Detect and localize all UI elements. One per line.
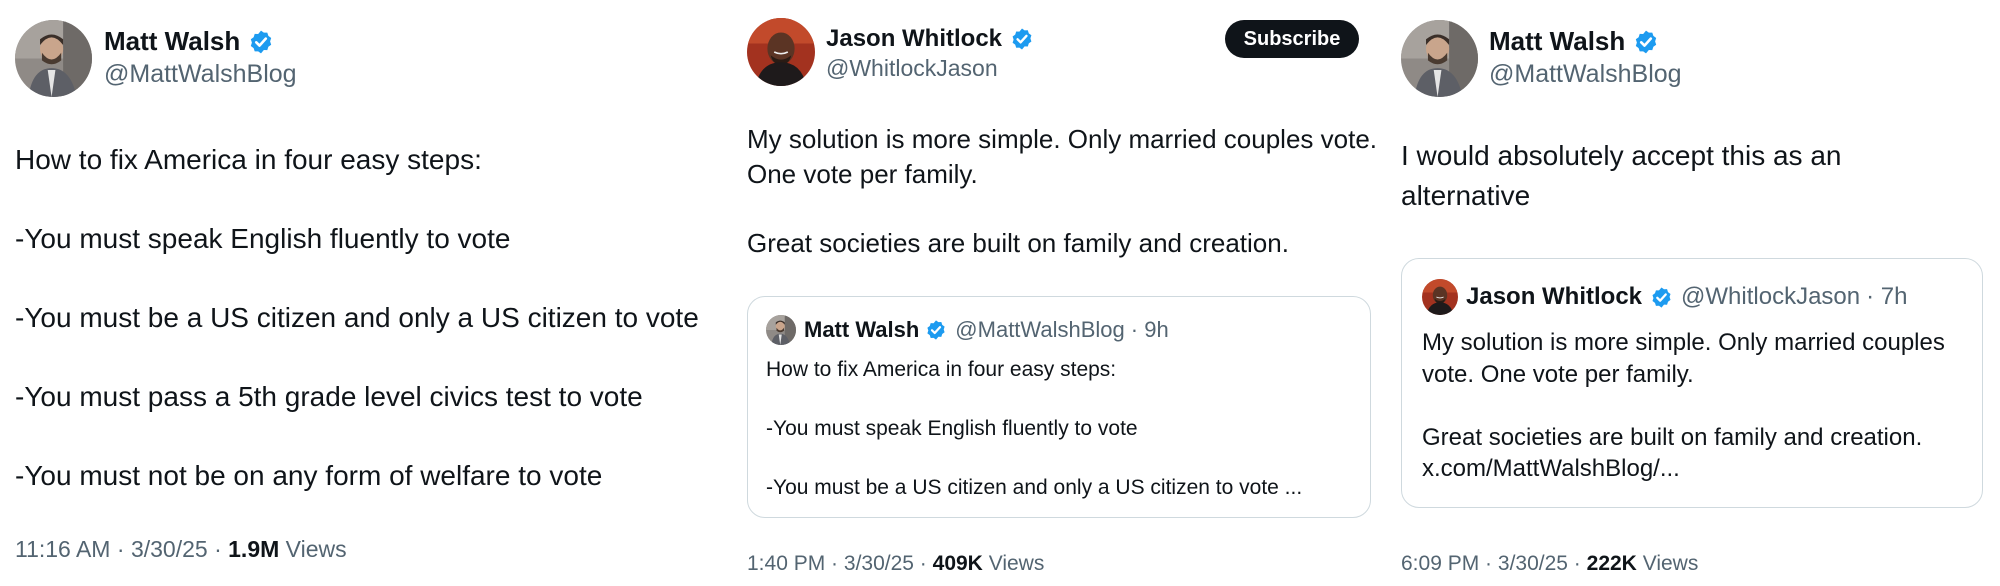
author-avatar[interactable]	[1401, 20, 1478, 97]
quoted-author-name: Jason Whitlock	[1466, 283, 1643, 310]
author-name[interactable]: Matt Walsh	[1489, 26, 1625, 57]
quoted-tweet-text: My solution is more simple. Only married…	[1422, 329, 1945, 482]
view-count: 1.9M	[228, 536, 280, 562]
view-count: 222K	[1586, 552, 1637, 575]
author-handle[interactable]: @MattWalshBlog	[1489, 60, 1682, 89]
tweet-time[interactable]: 1:40 PM	[747, 552, 825, 575]
quoted-tweet[interactable]: Jason Whitlock @WhitlockJason · 7h My so…	[1401, 258, 1983, 508]
views-label: Views	[1642, 552, 1699, 575]
verified-badge-icon	[1633, 29, 1659, 55]
quoted-author-avatar	[1422, 279, 1458, 315]
tweet-date[interactable]: 3/30/25	[1498, 552, 1568, 575]
author-handle[interactable]: @MattWalshBlog	[104, 60, 297, 89]
view-count: 409K	[932, 552, 983, 575]
verified-badge-icon	[1010, 27, 1034, 51]
tweet-text: I would absolutely accept this as an alt…	[1401, 140, 1842, 211]
tweet-matt-walsh-reply: Matt Walsh @MattWalshBlog I would absolu…	[1390, 0, 2000, 586]
author-handle[interactable]: @WhitlockJason	[826, 55, 998, 82]
tweet-meta: 1:40 PM · 3/30/25 · 409K Views	[747, 552, 1045, 575]
views-label: Views	[988, 552, 1045, 575]
quoted-tweet-header: Matt Walsh @MattWalshBlog · 9h	[766, 315, 1169, 345]
quoted-tweet-text: How to fix America in four easy steps: -…	[766, 358, 1303, 499]
verified-badge-icon	[1650, 286, 1673, 309]
author-name-row[interactable]: Jason Whitlock	[826, 25, 1034, 53]
author-avatar[interactable]	[747, 18, 815, 86]
quoted-author-name: Matt Walsh	[804, 317, 920, 342]
quoted-author-handle: @WhitlockJason	[1681, 283, 1861, 310]
subscribe-button[interactable]: Subscribe	[1225, 20, 1359, 58]
tweet-meta: 6:09 PM · 3/30/25 · 222K Views	[1401, 552, 1699, 575]
author-name[interactable]: Matt Walsh	[104, 26, 240, 57]
tweet-time[interactable]: 11:16 AM	[15, 536, 110, 562]
quoted-tweet-header: Jason Whitlock @WhitlockJason · 7h	[1422, 279, 1907, 315]
tweet-text: My solution is more simple. Only married…	[747, 124, 1378, 258]
quoted-tweet[interactable]: Matt Walsh @MattWalshBlog · 9h How to fi…	[747, 296, 1371, 518]
author-name-row[interactable]: Matt Walsh	[1489, 26, 1659, 57]
author-name-row[interactable]: Matt Walsh	[104, 26, 274, 57]
tweet-matt-walsh: Matt Walsh @MattWalshBlog How to fix Ame…	[0, 0, 735, 586]
tweet-meta: 11:16 AM · 3/30/25 · 1.9M Views	[15, 536, 347, 562]
tweet-jason-whitlock: Jason Whitlock @WhitlockJason Subscribe …	[735, 0, 1390, 586]
tweet-text: How to fix America in four easy steps: -…	[15, 144, 699, 491]
tweet-date[interactable]: 3/30/25	[844, 552, 914, 575]
views-label: Views	[285, 536, 347, 562]
author-name[interactable]: Jason Whitlock	[826, 25, 1002, 53]
author-avatar[interactable]	[15, 20, 92, 97]
tweet-time[interactable]: 6:09 PM	[1401, 552, 1479, 575]
quoted-author-handle: @MattWalshBlog	[955, 317, 1125, 342]
tweet-date[interactable]: 3/30/25	[131, 536, 208, 562]
verified-badge-icon	[248, 29, 274, 55]
quoted-author-avatar	[766, 315, 796, 345]
quoted-tweet-age: · 7h	[1866, 283, 1908, 310]
verified-badge-icon	[925, 319, 947, 341]
quoted-tweet-age: · 9h	[1130, 317, 1169, 342]
